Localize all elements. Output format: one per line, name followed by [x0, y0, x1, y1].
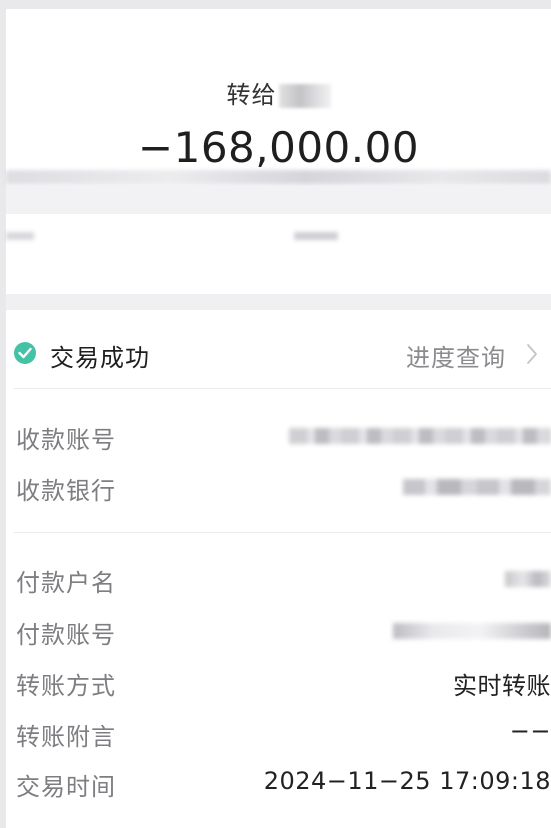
transaction-time-value: 2024−11−25 17:09:18	[263, 767, 551, 795]
transfer-header-card: 转给 −168,000.00	[6, 9, 551, 174]
payee-bank-label: 收款银行	[16, 477, 116, 505]
payer-account-label: 付款账号	[16, 621, 116, 649]
check-circle-icon	[14, 342, 36, 364]
transfer-method-value: 实时转账	[453, 672, 551, 700]
recipient-line: 转给	[6, 75, 551, 110]
status-text: 交易成功	[50, 344, 150, 372]
chevron-right-icon[interactable]	[526, 343, 538, 369]
redacted-info-card	[6, 214, 551, 294]
payer-account-row: 付款账号	[16, 615, 551, 649]
redacted-strip	[6, 170, 551, 184]
section-gap	[6, 294, 551, 310]
transfer-method-label: 转账方式	[16, 672, 116, 700]
redacted-text	[6, 232, 34, 240]
screen: 转给 −168,000.00 交易成功 进度查询 收款账号 收款银行 付款户名 …	[0, 0, 551, 828]
transaction-time-label: 交易时间	[16, 773, 116, 801]
status-row[interactable]: 交易成功 进度查询	[14, 338, 544, 372]
payer-account-redacted	[393, 623, 551, 639]
recipient-prefix: 转给	[226, 81, 277, 109]
payee-bank-row: 收款银行	[16, 471, 551, 505]
memo-label: 转账附言	[16, 723, 116, 751]
top-edge	[0, 0, 551, 9]
payer-name-label: 付款户名	[16, 569, 116, 597]
redacted-text	[294, 232, 338, 240]
payee-account-redacted	[289, 428, 551, 444]
section-gap	[6, 186, 551, 214]
divider	[14, 532, 551, 533]
memo-value: −−	[509, 717, 551, 745]
transfer-method-row: 转账方式 实时转账	[16, 666, 551, 700]
divider	[14, 388, 551, 389]
payer-name-redacted	[505, 571, 551, 587]
memo-row: 转账附言 −−	[16, 717, 551, 751]
payee-bank-redacted	[403, 479, 551, 495]
transaction-time-row: 交易时间 2024−11−25 17:09:18	[16, 767, 551, 801]
transaction-detail-card: 交易成功 进度查询 收款账号 收款银行 付款户名 付款账号 转账方式 实时转账	[6, 310, 551, 828]
recipient-name-redacted	[278, 84, 331, 108]
progress-query-link[interactable]: 进度查询	[406, 338, 506, 373]
payee-account-row: 收款账号	[16, 420, 551, 454]
payer-name-row: 付款户名	[16, 563, 551, 597]
payee-account-label: 收款账号	[16, 426, 116, 454]
transfer-amount: −168,000.00	[137, 123, 420, 172]
